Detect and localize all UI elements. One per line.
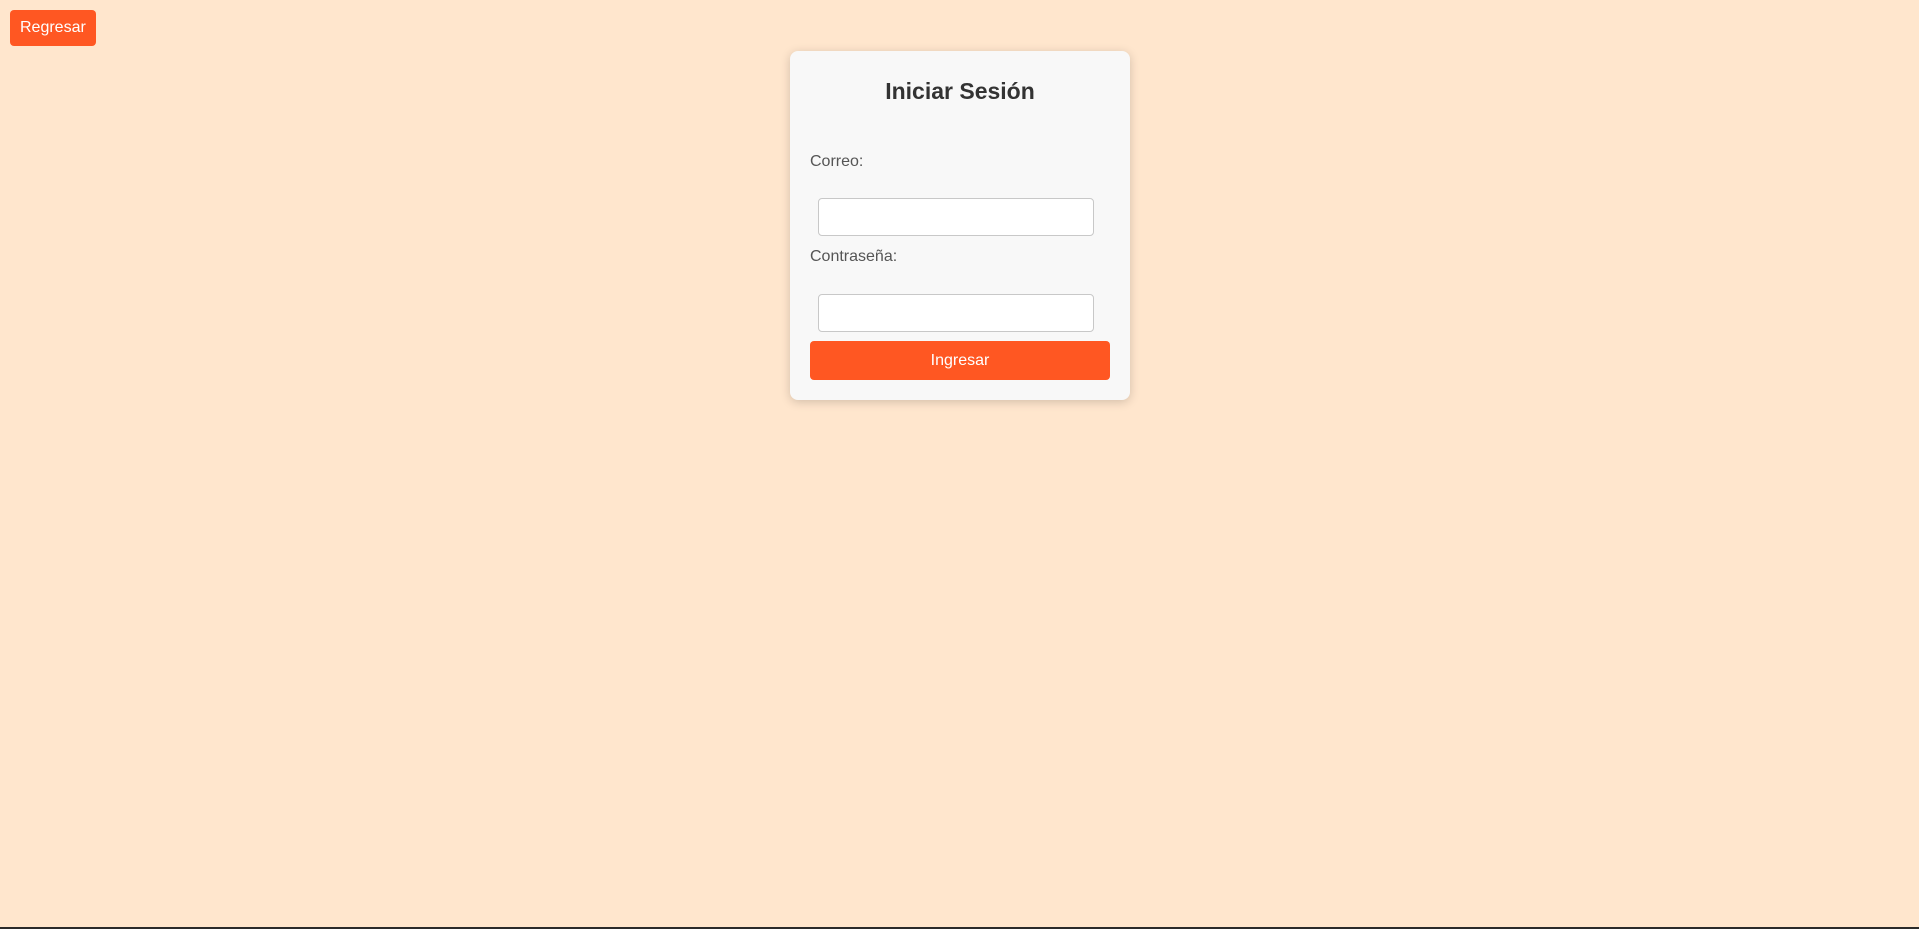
email-field[interactable] <box>818 198 1094 236</box>
login-card: Iniciar Sesión Correo: Contraseña: Ingre… <box>790 51 1130 400</box>
login-title: Iniciar Sesión <box>885 78 1035 104</box>
email-label: Correo: <box>810 153 864 170</box>
password-label: Contraseña: <box>810 248 898 265</box>
back-button[interactable]: Regresar <box>10 10 96 46</box>
submit-button[interactable]: Ingresar <box>810 341 1110 380</box>
password-field[interactable] <box>818 294 1094 332</box>
